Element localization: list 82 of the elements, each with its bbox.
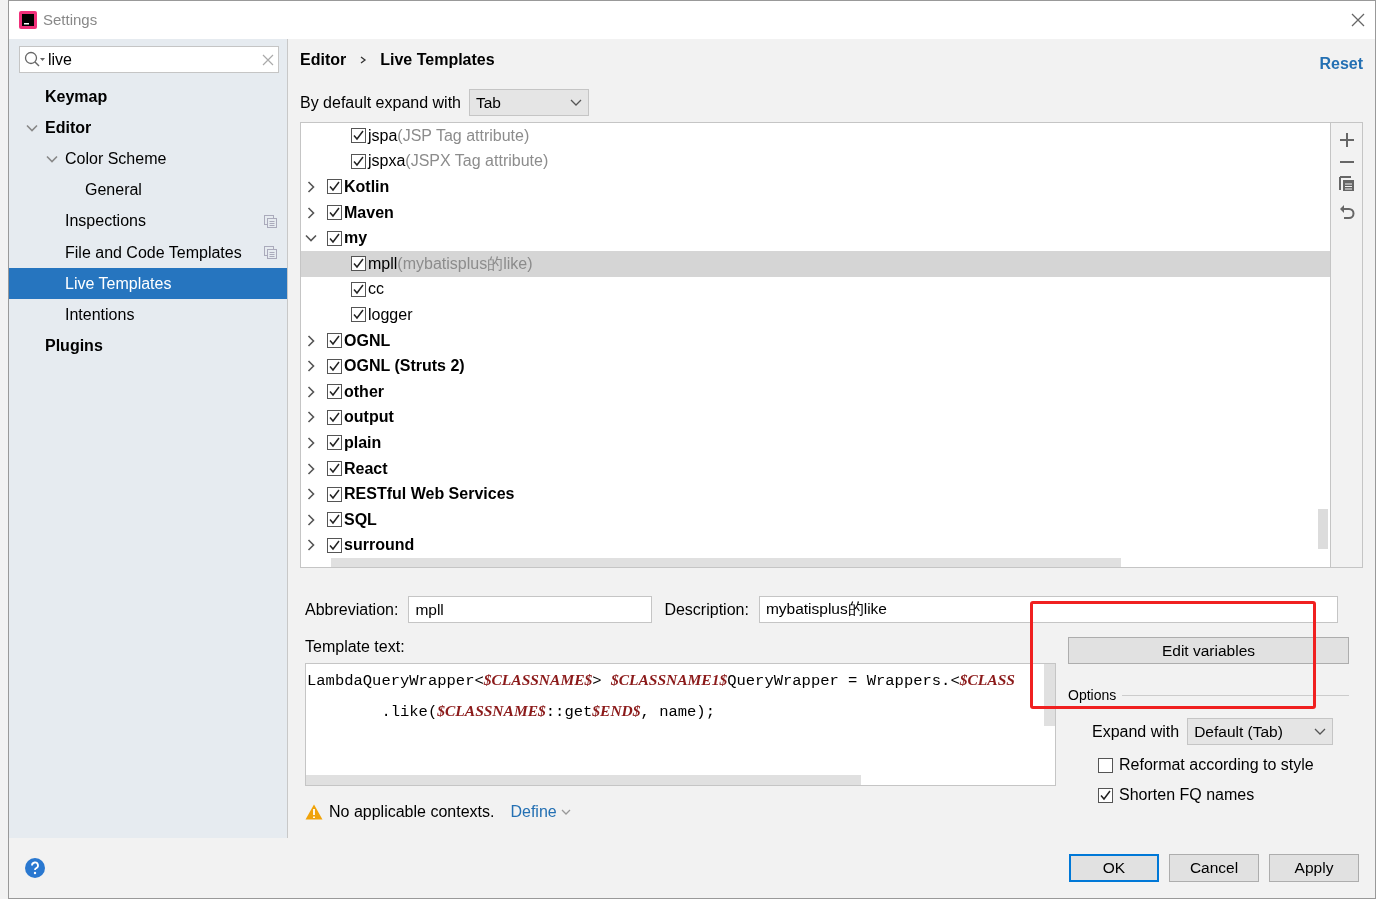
checkbox[interactable] — [327, 205, 342, 221]
template-group[interactable]: plain — [301, 430, 1330, 456]
template-row[interactable]: jspa(JSP Tag attribute) — [301, 123, 1330, 149]
template-group[interactable]: RESTful Web Services — [301, 481, 1330, 507]
checkbox[interactable] — [327, 461, 342, 476]
checkbox-label: Shorten FQ names — [1119, 785, 1255, 805]
checkbox[interactable] — [327, 384, 342, 400]
field-label: Template text: — [305, 637, 406, 657]
field-label: By default expand with — [300, 92, 461, 113]
define-link[interactable]: Define — [510, 800, 571, 824]
sidebar-item[interactable]: General — [9, 174, 287, 206]
checkbox[interactable] — [351, 128, 366, 144]
sidebar-item[interactable]: Keymap — [9, 81, 287, 113]
copy-icon — [1338, 176, 1355, 192]
scrollbar — [1044, 664, 1055, 726]
abbreviation-field[interactable]: mpll — [408, 596, 653, 623]
template-row[interactable]: mpll(mybatisplus的like) — [301, 250, 1330, 277]
checkbox[interactable] — [1098, 757, 1113, 773]
checkbox[interactable] — [327, 512, 342, 528]
template-group[interactable]: Maven — [301, 199, 1330, 226]
template-text-editor[interactable]: LambdaQueryWrapper<$CLASSNAME$> $CLASSNAME1$QueryWrapper = Wrappers.<$CLASS .like($CLASSNAME$::get$END$, name); — [305, 663, 1056, 786]
checkbox[interactable] — [351, 256, 366, 272]
breadcrumb-item: Live Templates — [380, 50, 495, 70]
sidebar-item[interactable]: Intentions — [9, 299, 287, 331]
sidebar-item[interactable]: Color Scheme — [9, 143, 287, 175]
checkbox[interactable] — [1098, 787, 1113, 803]
close-icon — [1351, 13, 1365, 27]
warning-icon — [305, 804, 323, 820]
sidebar-item[interactable]: Live Templates — [9, 268, 287, 300]
sidebar-item[interactable]: Plugins — [9, 330, 287, 362]
checkbox[interactable] — [327, 179, 342, 195]
undo-icon — [1338, 204, 1355, 220]
checkbox[interactable] — [327, 358, 342, 374]
sidebar-item[interactable]: Inspections — [9, 205, 287, 237]
dialog-button[interactable]: Cancel — [1169, 854, 1259, 882]
app-logo-icon — [19, 11, 37, 29]
warning-message: No applicable contexts. — [329, 802, 495, 822]
sidebar-item[interactable]: File and Code Templates — [9, 236, 287, 269]
field-label: Description: — [664, 599, 749, 620]
checkbox[interactable] — [327, 409, 342, 425]
clear-icon — [262, 53, 274, 66]
checkbox[interactable] — [327, 486, 342, 502]
edit-variables-button[interactable]: Edit variables — [1068, 637, 1349, 664]
breadcrumb-item: Editor — [300, 50, 347, 70]
template-group[interactable]: Kotlin — [301, 174, 1330, 200]
template-group[interactable]: OGNL — [301, 327, 1330, 354]
help-icon — [25, 858, 45, 878]
search-icon — [24, 50, 46, 69]
field-label: Abbreviation: — [305, 599, 399, 620]
template-group[interactable]: surround — [301, 532, 1330, 559]
dialog-button[interactable]: OK — [1069, 854, 1159, 882]
dialog-button[interactable]: Apply — [1269, 854, 1359, 882]
template-group[interactable]: SQL — [301, 506, 1330, 533]
reset-link[interactable]: Reset — [1319, 52, 1363, 76]
search-box[interactable]: live — [19, 46, 279, 73]
template-row[interactable]: jspxa(JSPX Tag attribute) — [301, 148, 1330, 175]
expand-with-dropdown[interactable]: Default (Tab) — [1187, 718, 1334, 745]
checkbox[interactable] — [351, 281, 366, 297]
checkbox[interactable] — [327, 537, 342, 553]
template-row[interactable]: logger — [301, 302, 1330, 328]
search-field[interactable]: live — [48, 47, 260, 72]
add-icon — [1338, 132, 1355, 148]
template-group[interactable]: output — [301, 404, 1330, 431]
checkbox[interactable] — [327, 230, 342, 246]
expand-dropdown[interactable]: Tab — [469, 89, 589, 116]
template-group[interactable]: other — [301, 378, 1330, 405]
checkbox-label: Reformat according to style — [1119, 755, 1314, 775]
template-group[interactable]: React — [301, 455, 1330, 482]
checkbox[interactable] — [327, 333, 342, 349]
section-title: Options — [1068, 686, 1117, 705]
template-row[interactable]: cc — [301, 276, 1330, 303]
remove-icon — [1338, 160, 1355, 164]
template-group[interactable]: my — [301, 225, 1330, 251]
description-field[interactable]: mybatisplus的like — [758, 596, 1338, 623]
checkbox[interactable] — [327, 435, 342, 451]
checkbox[interactable] — [351, 153, 366, 169]
sidebar-item[interactable]: Editor — [9, 112, 287, 144]
scrollbar — [1318, 509, 1328, 549]
template-group[interactable]: OGNL (Struts 2) — [301, 353, 1330, 379]
checkbox[interactable] — [351, 307, 366, 323]
window-title: Settings — [43, 9, 98, 30]
field-label: Expand with — [1092, 721, 1180, 742]
